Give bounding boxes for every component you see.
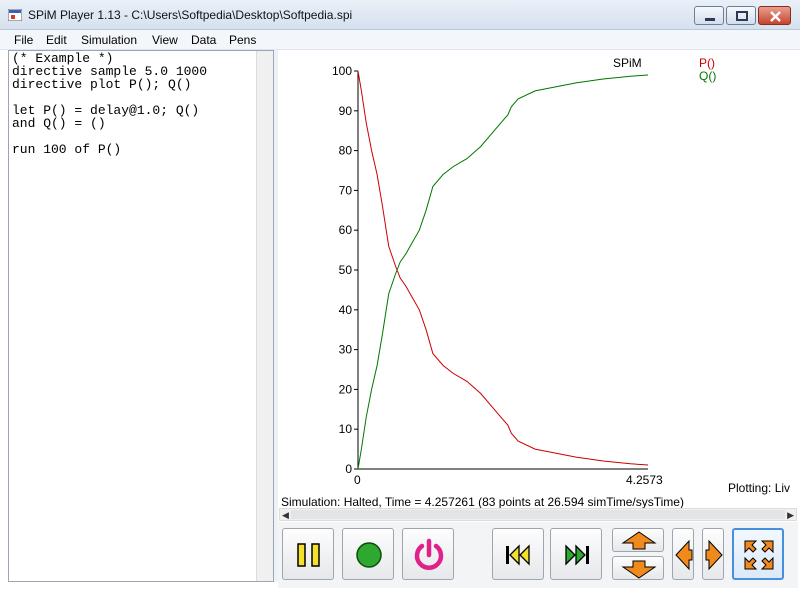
- menu-edit[interactable]: Edit: [46, 33, 67, 47]
- y-tick-label: 90: [339, 104, 353, 118]
- menu-bar: File Edit Simulation View Data Pens: [0, 30, 800, 50]
- pause-button[interactable]: [282, 528, 334, 580]
- chart-series: [357, 70, 649, 470]
- fit-view-button[interactable]: [732, 528, 784, 580]
- simulation-status: Simulation: Halted, Time = 4.257261 (83 …: [281, 495, 684, 509]
- chart-axes: [357, 71, 648, 470]
- scroll-right-arrow-icon[interactable]: ▶: [787, 510, 794, 521]
- scroll-right-button[interactable]: [702, 528, 724, 580]
- legend-p: P(): [699, 56, 715, 70]
- y-tick-label: 40: [339, 303, 353, 317]
- fast-rewind-icon: [506, 544, 530, 566]
- menu-view[interactable]: View: [152, 33, 178, 47]
- x-tick-label: 4.2573: [626, 473, 663, 487]
- app-icon: [8, 9, 22, 21]
- series-line-p: [357, 70, 649, 466]
- chart-title: SPiM: [613, 56, 642, 70]
- code-text[interactable]: (* Example *) directive sample 5.0 1000 …: [12, 52, 207, 156]
- rewind-button[interactable]: [492, 528, 544, 580]
- fast-forward-icon: [565, 544, 589, 566]
- plotting-mode-text: Plotting: Liv: [728, 481, 791, 495]
- code-line: and Q() = (): [12, 116, 106, 131]
- zoom-up-button[interactable]: [612, 528, 664, 552]
- arrow-down-icon: [621, 560, 657, 579]
- chart-ticks: 0 10 20 30 40 50 60 70 80 90 100: [332, 64, 358, 476]
- record-icon: [356, 542, 382, 568]
- maximize-icon: [736, 11, 748, 21]
- y-tick-label: 50: [339, 263, 353, 277]
- x-tick-label: 0: [354, 473, 361, 487]
- menu-file[interactable]: File: [14, 33, 33, 47]
- y-tick-label: 0: [345, 462, 352, 476]
- scroll-left-arrow-icon[interactable]: ◀: [282, 510, 289, 521]
- arrow-right-icon: [705, 539, 723, 571]
- plot-horizontal-scrollbar[interactable]: ◀ ▶: [279, 508, 797, 521]
- y-tick-label: 60: [339, 223, 353, 237]
- arrow-left-icon: [675, 539, 693, 571]
- y-tick-label: 80: [339, 144, 353, 158]
- scrollbar-thumb[interactable]: [291, 510, 785, 519]
- y-tick-label: 100: [332, 64, 352, 78]
- arrow-up-icon: [621, 531, 657, 550]
- record-button[interactable]: [342, 528, 394, 580]
- minimize-icon: [705, 18, 715, 21]
- y-tick-label: 70: [339, 183, 353, 197]
- power-icon: [414, 538, 444, 570]
- close-icon: [770, 11, 781, 22]
- menu-pens[interactable]: Pens: [229, 33, 256, 47]
- minimize-button[interactable]: [694, 6, 724, 25]
- code-line: run 100 of P(): [12, 142, 122, 157]
- legend-q: Q(): [699, 69, 716, 83]
- y-tick-label: 10: [339, 422, 353, 436]
- title-bar[interactable]: SPiM Player 1.13 - C:\Users\Softpedia\De…: [0, 0, 800, 30]
- code-line: directive plot P(); Q(): [12, 77, 192, 92]
- plot-area[interactable]: 0 10 20 30 40 50 60 70 80 90 100 SPiM P() Q() 0 4.…: [278, 50, 796, 494]
- power-button[interactable]: [402, 528, 454, 580]
- window-title: SPiM Player 1.13 - C:\Users\Softpedia\De…: [28, 8, 353, 22]
- scroll-left-button[interactable]: [672, 528, 694, 580]
- maximize-button[interactable]: [726, 6, 756, 25]
- y-tick-label: 20: [339, 382, 353, 396]
- menu-data[interactable]: Data: [191, 33, 216, 47]
- zoom-down-button[interactable]: [612, 556, 664, 580]
- close-button[interactable]: [758, 6, 791, 25]
- forward-button[interactable]: [550, 528, 602, 580]
- series-line-q: [357, 74, 649, 470]
- menu-simulation[interactable]: Simulation: [81, 33, 137, 47]
- code-editor[interactable]: (* Example *) directive sample 5.0 1000 …: [8, 50, 274, 582]
- chart: 0 10 20 30 40 50 60 70 80 90 100 SPiM P() Q() 0 4.…: [332, 56, 716, 487]
- pause-icon: [297, 543, 320, 567]
- expand-icon: [744, 540, 774, 570]
- playback-toolbar: [278, 522, 798, 588]
- y-tick-label: 30: [339, 343, 353, 357]
- editor-scrollbar[interactable]: [256, 51, 273, 581]
